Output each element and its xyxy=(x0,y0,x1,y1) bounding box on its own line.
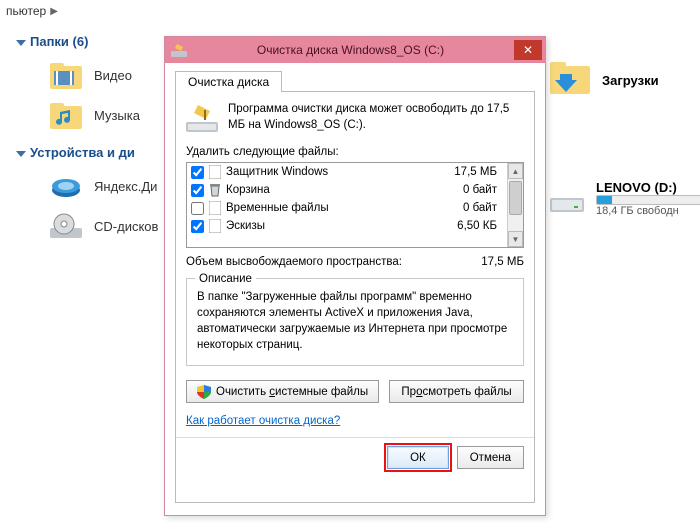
file-checkbox[interactable] xyxy=(191,166,204,179)
file-type-icon xyxy=(208,201,222,215)
hard-drive-icon xyxy=(550,184,584,214)
file-list-item[interactable]: Корзина 0 байт xyxy=(187,181,507,199)
disk-cleanup-icon xyxy=(171,42,187,58)
scroll-thumb[interactable] xyxy=(509,181,522,215)
file-checkbox[interactable] xyxy=(191,202,204,215)
tab-label: Очистка диска xyxy=(188,75,269,89)
recycle-bin-icon xyxy=(208,183,222,197)
file-type-icon xyxy=(208,165,222,179)
file-list: ↗ Защитник Windows 17,5 МБ Корзина xyxy=(186,162,524,248)
button-label: ОК xyxy=(410,452,426,464)
drive-item-lenovo[interactable]: LENOVO (D:) 18,4 ГБ свободн xyxy=(550,180,680,218)
file-name: Корзина xyxy=(226,184,459,196)
file-checkbox[interactable] xyxy=(191,184,204,197)
scroll-track[interactable] xyxy=(508,179,523,231)
downloads-folder-icon xyxy=(550,60,590,96)
intro-text: Программа очистки диска может освободить… xyxy=(228,102,524,133)
file-size: 0 байт xyxy=(463,184,503,196)
scroll-up-button[interactable]: ▲ xyxy=(508,163,523,179)
disk-cleanup-dialog: Очистка диска Windows8_OS (C:) ✕ Очистка… xyxy=(164,36,546,516)
breadcrumb-label: пьютер xyxy=(6,4,46,18)
file-list-label: Удалить следующие файлы: xyxy=(186,146,524,158)
description-legend: Описание xyxy=(195,271,256,287)
music-folder-icon xyxy=(50,101,82,129)
clean-system-files-button[interactable]: Очистить системные файлы xyxy=(186,380,379,403)
file-list-item[interactable]: Временные файлы 0 байт xyxy=(187,199,507,217)
downloads-label: Загрузки xyxy=(602,73,659,88)
close-icon: ✕ xyxy=(523,43,533,57)
file-type-icon xyxy=(208,219,222,233)
file-size: 0 байт xyxy=(463,202,503,214)
folder-label: CD-дисков xyxy=(94,219,158,234)
file-list-item[interactable]: Эскизы 6,50 КБ xyxy=(187,217,507,235)
section-folders-label: Папки (6) xyxy=(30,34,88,49)
file-name: Временные файлы xyxy=(226,202,459,214)
drive-usage-bar xyxy=(596,195,700,205)
button-label: Отмена xyxy=(470,452,511,464)
file-name: Защитник Windows xyxy=(226,166,450,178)
view-files-button[interactable]: Просмотреть файлы xyxy=(389,380,524,403)
breadcrumb[interactable]: пьютер ▶ xyxy=(0,0,64,22)
file-list-item[interactable]: Защитник Windows 17,5 МБ xyxy=(187,163,507,181)
triangle-down-icon xyxy=(16,40,26,46)
section-devices-label: Устройства и ди xyxy=(30,145,135,160)
file-checkbox[interactable] xyxy=(191,220,204,233)
explorer-window: пьютер ▶ Папки (6) Видео Музыка Устройст… xyxy=(0,0,700,523)
scrollbar[interactable]: ▲ ▼ xyxy=(507,163,523,247)
folder-item-downloads[interactable]: Загрузки xyxy=(550,60,680,100)
file-size: 17,5 МБ xyxy=(454,166,503,178)
drive-free-label: 18,4 ГБ свободн xyxy=(596,205,700,217)
triangle-down-icon xyxy=(16,151,26,157)
scroll-down-button[interactable]: ▼ xyxy=(508,231,523,247)
shield-icon xyxy=(197,385,211,399)
titlebar[interactable]: Очистка диска Windows8_OS (C:) ✕ xyxy=(165,37,545,63)
file-name: Эскизы xyxy=(226,220,453,232)
summary-label: Объем высвобождаемого пространства: xyxy=(186,256,402,268)
divider xyxy=(176,437,534,438)
dialog-title: Очистка диска Windows8_OS (C:) xyxy=(187,43,514,57)
description-text: В папке "Загруженные файлы программ" вре… xyxy=(197,289,513,353)
description-group: Описание В папке "Загруженные файлы прог… xyxy=(186,278,524,366)
yandex-disk-icon xyxy=(50,172,82,200)
drive-label: LENOVO (D:) xyxy=(596,180,700,195)
summary-value: 17,5 МБ xyxy=(481,256,524,268)
folder-label: Музыка xyxy=(94,108,140,123)
cd-drive-icon xyxy=(50,212,82,240)
ok-button[interactable]: ОК xyxy=(387,446,449,469)
folder-label: Видео xyxy=(94,68,132,83)
button-label: Просмотреть файлы xyxy=(401,386,511,398)
folder-label: Яндекс.Ди xyxy=(94,179,157,194)
chevron-right-icon: ▶ xyxy=(50,6,58,17)
how-it-works-link[interactable]: Как работает очистка диска? xyxy=(186,415,340,427)
close-button[interactable]: ✕ xyxy=(514,40,542,60)
video-folder-icon xyxy=(50,61,82,89)
cancel-button[interactable]: Отмена xyxy=(457,446,524,469)
file-size: 6,50 КБ xyxy=(457,220,503,232)
button-label: Очистить системные файлы xyxy=(216,386,368,398)
disk-cleanup-large-icon xyxy=(186,102,218,134)
tab-cleanup[interactable]: Очистка диска xyxy=(175,71,282,92)
